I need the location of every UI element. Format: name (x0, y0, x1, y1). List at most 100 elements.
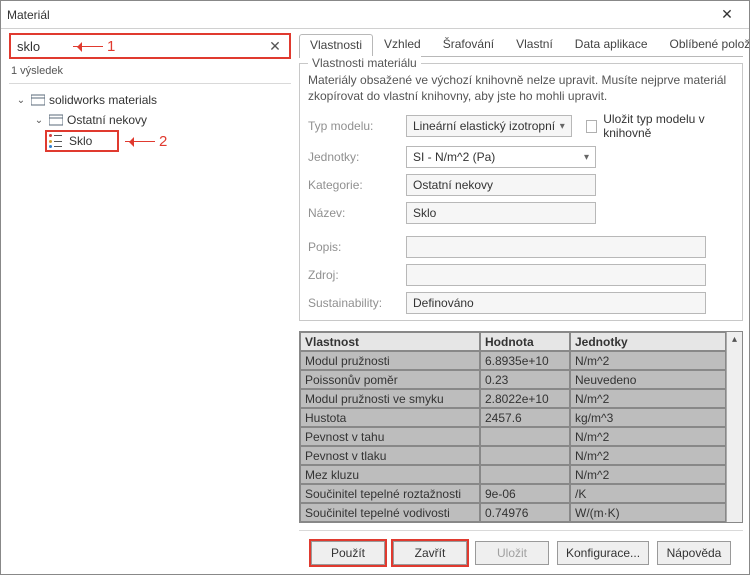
table-row[interactable]: Modul pružnosti ve smyku2.8022e+10N/m^2 (300, 389, 726, 408)
table-cell: Neuvedeno (570, 370, 726, 389)
table-cell: Mez kluzu (300, 465, 480, 484)
callout-1: 1 (73, 38, 115, 55)
tree-toggle-icon[interactable]: ⌄ (33, 115, 45, 126)
tab-strip: VlastnostiVzhledŠrafováníVlastníData apl… (299, 33, 743, 57)
label-description: Popis: (308, 240, 398, 254)
tree-category-label[interactable]: Ostatní nekovy (67, 113, 147, 127)
col-property[interactable]: Vlastnost (300, 332, 480, 351)
table-cell: Pevnost v tahu (300, 427, 480, 446)
name-field: Sklo (406, 202, 596, 224)
label-units: Jednotky: (308, 150, 398, 164)
right-panel: VlastnostiVzhledŠrafováníVlastníData apl… (295, 29, 749, 574)
tab-vlastnosti[interactable]: Vlastnosti (299, 34, 373, 58)
arrow-left-icon (125, 141, 155, 142)
checkbox-icon (586, 120, 597, 133)
search-input[interactable] (17, 39, 267, 54)
source-field (406, 264, 706, 286)
window-title: Materiál (7, 8, 711, 22)
library-icon (31, 94, 45, 106)
table-cell: kg/m^3 (570, 408, 726, 427)
table-row[interactable]: Součinitel tepelné vodivosti0.74976W/(m·… (300, 503, 726, 522)
tab-šrafování[interactable]: Šrafování (432, 33, 505, 57)
table-cell: Součinitel tepelné roztažnosti (300, 484, 480, 503)
table-row[interactable]: Hustota2457.6kg/m^3 (300, 408, 726, 427)
search-result-count: 1 výsledek (9, 61, 291, 84)
col-value[interactable]: Hodnota (480, 332, 570, 351)
table-row[interactable]: Poissonův poměr0.23Neuvedeno (300, 370, 726, 389)
tree-library-label[interactable]: solidworks materials (49, 93, 157, 107)
chevron-down-icon: ▾ (584, 152, 589, 163)
tab-vlastní[interactable]: Vlastní (505, 33, 564, 57)
category-value: Ostatní nekovy (413, 178, 493, 192)
arrow-left-icon (73, 46, 103, 47)
property-table: Vlastnost Hodnota Jednotky Modul pružnos… (299, 331, 743, 523)
dialog-footer: Použít Zavřít Uložit Konfigurace... Nápo… (299, 530, 743, 574)
table-cell: Modul pružnosti (300, 351, 480, 370)
table-cell: 0.23 (480, 370, 570, 389)
label-category: Kategorie: (308, 178, 398, 192)
save-type-checkbox: Uložit typ modelu v knihovně (586, 112, 734, 140)
tree-toggle-icon[interactable]: ⌄ (15, 95, 27, 106)
table-cell: 2457.6 (480, 408, 570, 427)
table-cell: N/m^2 (570, 389, 726, 408)
table-cell: N/m^2 (570, 351, 726, 370)
units-value: SI - N/m^2 (Pa) (413, 150, 495, 164)
table-row[interactable]: Součinitel tepelné roztažnosti9e-06/K (300, 484, 726, 503)
table-cell: N/m^2 (570, 446, 726, 465)
search-input-wrap: 1 ✕ (9, 33, 291, 59)
table-row[interactable]: Modul pružnosti6.8935e+10N/m^2 (300, 351, 726, 370)
material-tree: ⌄ solidworks materials ⌄ Ostatní nekovy (9, 90, 291, 152)
table-cell: 0.74976 (480, 503, 570, 522)
callout-2-number: 2 (159, 133, 167, 150)
table-cell (480, 446, 570, 465)
table-cell: Pevnost v tlaku (300, 446, 480, 465)
category-icon (49, 114, 63, 126)
label-name: Název: (308, 206, 398, 220)
table-cell: Hustota (300, 408, 480, 427)
tab-oblíbené-položky[interactable]: Oblíbené položky (659, 33, 749, 57)
table-cell: 2.8022e+10 (480, 389, 570, 408)
tree-material-label: Sklo (69, 134, 92, 148)
help-button[interactable]: Nápověda (657, 541, 731, 565)
label-sustainability: Sustainability: (308, 296, 398, 310)
tab-data-aplikace[interactable]: Data aplikace (564, 33, 659, 57)
left-panel: 1 ✕ 1 výsledek ⌄ solidworks materials ⌄ … (1, 29, 295, 574)
table-cell: Poissonův poměr (300, 370, 480, 389)
table-cell: Součinitel tepelné vodivosti (300, 503, 480, 522)
callout-2: 2 (125, 133, 167, 150)
scrollbar[interactable]: ▴ (726, 332, 742, 522)
save-button: Uložit (475, 541, 549, 565)
model-type-select[interactable]: Lineární elastický izotropní ▾ (406, 115, 572, 137)
close-icon[interactable]: ✕ (711, 5, 743, 25)
table-cell (480, 427, 570, 446)
config-button[interactable]: Konfigurace... (557, 541, 649, 565)
table-cell: 6.8935e+10 (480, 351, 570, 370)
table-cell (480, 465, 570, 484)
tab-vzhled[interactable]: Vzhled (373, 33, 432, 57)
table-cell: /K (570, 484, 726, 503)
units-select[interactable]: SI - N/m^2 (Pa) ▾ (406, 146, 596, 168)
material-properties-group: Vlastnosti materiálu Materiály obsažené … (299, 63, 743, 321)
material-icon (49, 134, 63, 148)
name-value: Sklo (413, 206, 436, 220)
sustainability-field: Definováno (406, 292, 706, 314)
chevron-down-icon: ▾ (560, 121, 565, 132)
table-cell: N/m^2 (570, 427, 726, 446)
col-units[interactable]: Jednotky (570, 332, 726, 351)
callout-1-number: 1 (107, 38, 115, 55)
table-cell: W/(m·K) (570, 503, 726, 522)
close-button[interactable]: Zavřít (393, 541, 467, 565)
label-model-type: Typ modelu: (308, 119, 398, 133)
title-bar: Materiál ✕ (1, 1, 749, 29)
table-cell: N/m^2 (570, 465, 726, 484)
tree-material-node[interactable]: Sklo (45, 130, 119, 152)
category-field: Ostatní nekovy (406, 174, 596, 196)
table-cell: Modul pružnosti ve smyku (300, 389, 480, 408)
table-row[interactable]: Mez kluzu N/m^2 (300, 465, 726, 484)
table-row[interactable]: Pevnost v tlaku N/m^2 (300, 446, 726, 465)
table-row[interactable]: Pevnost v tahu N/m^2 (300, 427, 726, 446)
group-hint: Materiály obsažené ve výchozí knihovně n… (308, 72, 734, 104)
apply-button[interactable]: Použít (311, 541, 385, 565)
description-field (406, 236, 706, 258)
clear-search-icon[interactable]: ✕ (267, 38, 283, 55)
